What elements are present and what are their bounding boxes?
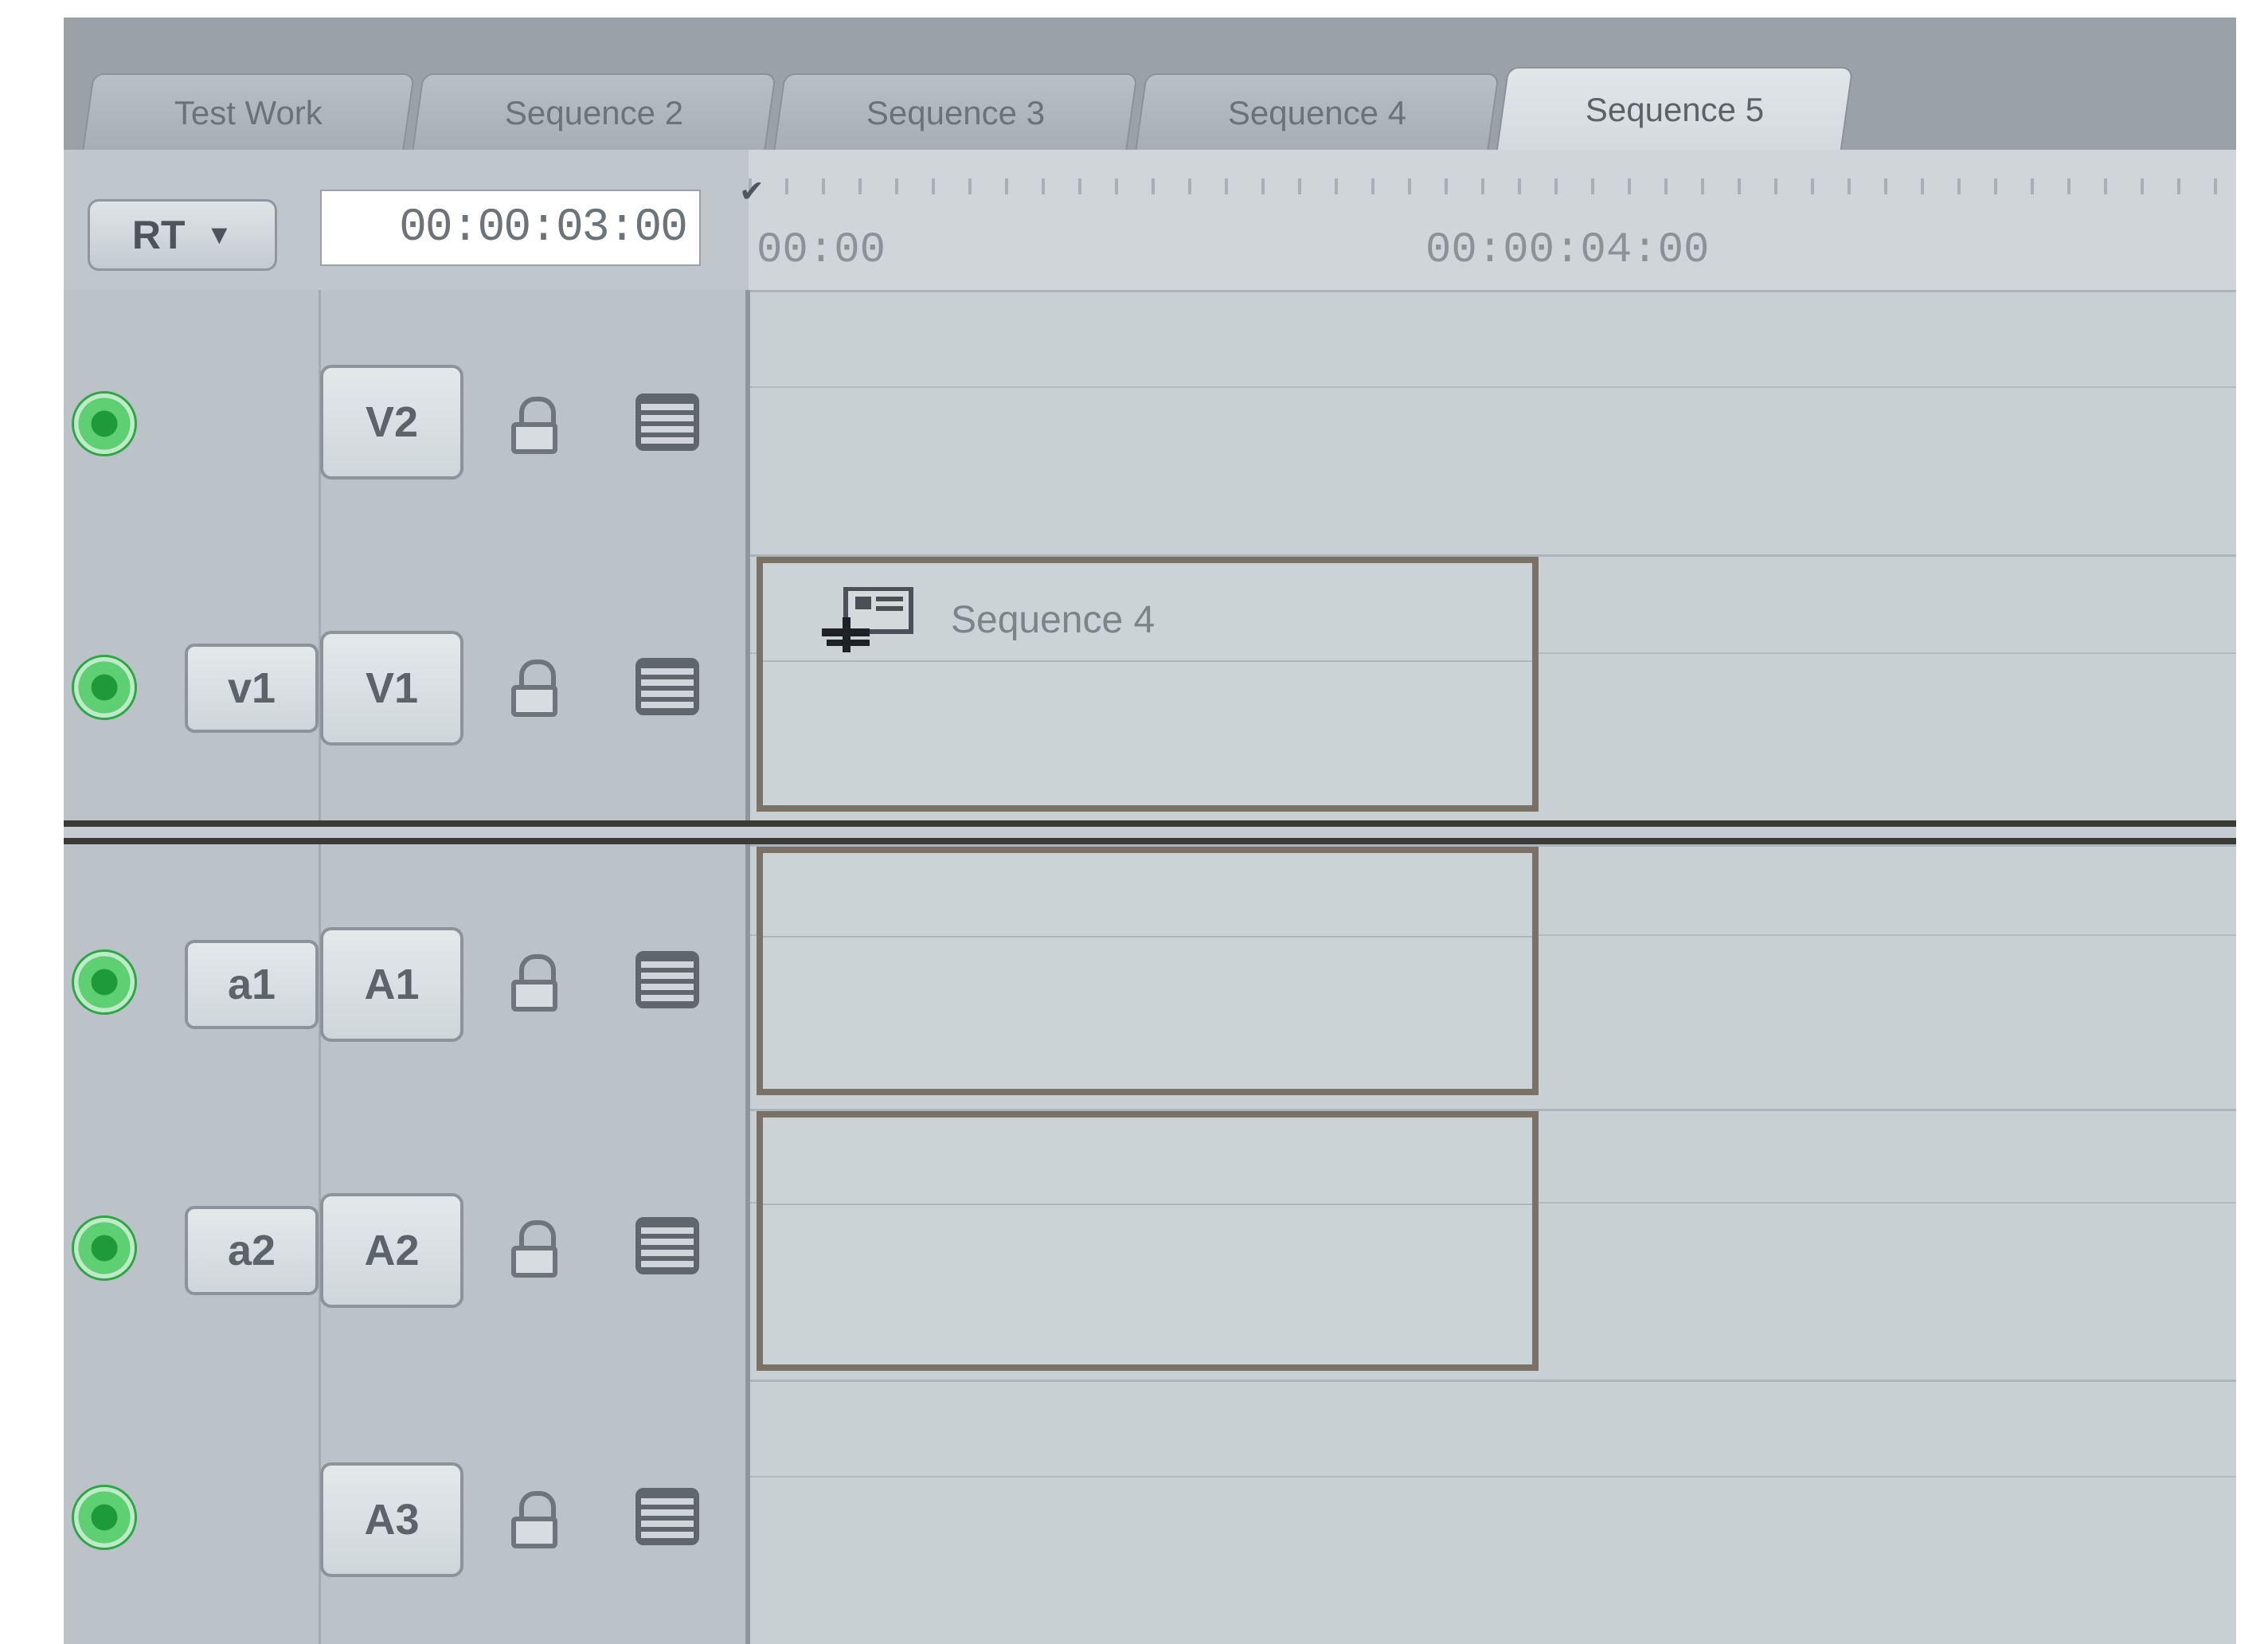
- ruler-ticks: [749, 178, 2236, 194]
- track-header-panel: V2 v1 V1 a1 A1 a2 A2 A3: [64, 290, 749, 1644]
- track-row-v1[interactable]: Sequence 4: [749, 554, 2236, 823]
- ruler-mark-label: 00:00:04:00: [1425, 226, 1710, 275]
- track-line: [749, 1476, 2236, 1478]
- rt-label: RT: [131, 213, 186, 257]
- audio-clip-a1[interactable]: [757, 847, 1539, 1095]
- tab-sequence-3[interactable]: Sequence 3: [773, 73, 1138, 151]
- nested-sequence-icon: [822, 587, 913, 652]
- auto-select-icon[interactable]: [635, 393, 699, 451]
- patch-label: A2: [364, 1227, 420, 1274]
- destination-patch-v2[interactable]: V2: [320, 365, 463, 480]
- destination-patch-a3[interactable]: A3: [320, 1462, 463, 1577]
- timeline-track-area[interactable]: Sequence 4: [749, 290, 2236, 1644]
- timecode-value: 00:00:03:00: [399, 202, 688, 254]
- tab-label: Sequence 3: [866, 94, 1045, 131]
- timeline-window: Test Work Sequence 2 Sequence 3 Sequence…: [64, 18, 2236, 1644]
- patch-label: V1: [365, 664, 419, 712]
- clip-track-line: [763, 660, 1532, 662]
- patch-label: A3: [364, 1496, 420, 1544]
- lock-icon[interactable]: [511, 660, 559, 717]
- track-audible-icon[interactable]: [72, 1485, 137, 1550]
- track-header-v2: V2: [64, 290, 749, 554]
- sequence-tab-bar: Test Work Sequence 2 Sequence 3 Sequence…: [64, 18, 2236, 151]
- timeline-left-edge: [745, 290, 750, 1644]
- track-visibility-icon[interactable]: [72, 655, 137, 720]
- track-header-a1: a1 A1: [64, 844, 749, 1109]
- tab-label: Sequence 2: [504, 94, 683, 131]
- audio-clip-a2[interactable]: [757, 1111, 1539, 1371]
- destination-patch-a1[interactable]: A1: [320, 927, 463, 1042]
- rt-popup-button[interactable]: RT ▼: [88, 199, 277, 271]
- video-audio-separator[interactable]: [64, 820, 2236, 844]
- clip-track-line: [763, 936, 1532, 937]
- lock-icon[interactable]: [511, 397, 559, 454]
- current-timecode-field[interactable]: 00:00:03:00: [320, 190, 701, 266]
- tab-label: Test Work: [174, 94, 323, 131]
- auto-select-icon[interactable]: [635, 1217, 699, 1274]
- lock-icon[interactable]: [511, 954, 559, 1012]
- patch-label: v1: [227, 664, 276, 712]
- track-row-a1[interactable]: [749, 844, 2236, 1111]
- video-clip[interactable]: Sequence 4: [757, 557, 1539, 812]
- auto-select-icon[interactable]: [635, 951, 699, 1008]
- source-patch-v1[interactable]: v1: [185, 644, 319, 733]
- clip-track-line: [763, 1204, 1532, 1205]
- track-header-v1: v1 V1: [64, 554, 749, 820]
- track-row-a3[interactable]: [749, 1380, 2236, 1644]
- track-row-a2[interactable]: [749, 1109, 2236, 1382]
- auto-select-icon[interactable]: [635, 658, 699, 715]
- tab-sequence-5[interactable]: Sequence 5: [1496, 67, 1854, 151]
- chevron-down-icon: ▼: [205, 219, 233, 250]
- track-visibility-icon[interactable]: [72, 391, 137, 456]
- destination-patch-v1[interactable]: V1: [320, 631, 463, 746]
- timeline-toolbar: RT ▼ 00:00:03:00: [64, 150, 749, 292]
- track-header-a2: a2 A2: [64, 1109, 749, 1380]
- track-line: [749, 386, 2236, 388]
- patch-label: A1: [364, 961, 420, 1008]
- tab-test-work[interactable]: Test Work: [82, 73, 415, 151]
- clip-name: Sequence 4: [951, 599, 1156, 641]
- source-patch-a2[interactable]: a2: [185, 1206, 319, 1295]
- tab-label: Sequence 5: [1585, 91, 1764, 128]
- auto-select-icon[interactable]: [635, 1488, 699, 1545]
- tab-sequence-4[interactable]: Sequence 4: [1135, 73, 1500, 151]
- patch-label: a2: [227, 1227, 276, 1274]
- patch-label: a1: [227, 961, 276, 1008]
- tab-sequence-2[interactable]: Sequence 2: [412, 73, 776, 151]
- track-audible-icon[interactable]: [72, 1215, 137, 1281]
- track-row-v2[interactable]: [749, 290, 2236, 557]
- patch-label: V2: [365, 398, 419, 446]
- lock-icon[interactable]: [511, 1220, 559, 1278]
- track-header-a3: A3: [64, 1380, 749, 1644]
- track-audible-icon[interactable]: [72, 949, 137, 1015]
- time-ruler[interactable]: 00:00 00:00:04:00: [749, 150, 2236, 292]
- playhead-marker-icon[interactable]: ✔: [739, 174, 764, 209]
- source-patch-a1[interactable]: a1: [185, 940, 319, 1029]
- ruler-start-label: 00:00: [757, 226, 886, 275]
- tab-label: Sequence 4: [1227, 94, 1406, 131]
- destination-patch-a2[interactable]: A2: [320, 1193, 463, 1308]
- lock-icon[interactable]: [511, 1491, 559, 1548]
